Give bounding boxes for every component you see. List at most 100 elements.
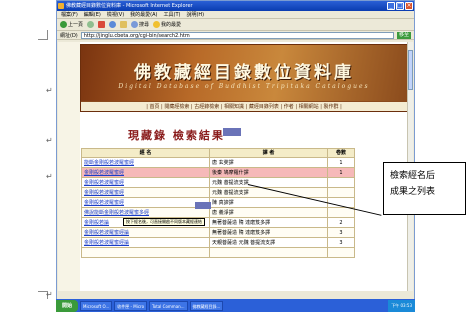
taskbar-item[interactable]: Total Comman... bbox=[149, 300, 188, 311]
go-button[interactable]: 移至 bbox=[397, 31, 411, 39]
favorites-label: 我的最愛 bbox=[161, 22, 182, 28]
count-cell bbox=[327, 177, 355, 188]
sutra-link[interactable]: 佛說能斷金剛般若波羅蜜多經 bbox=[81, 207, 210, 218]
site-title: 佛教藏經目錄數位資料庫 bbox=[134, 63, 354, 83]
start-button[interactable]: 開始 bbox=[56, 299, 78, 312]
back-arrow-icon bbox=[60, 21, 67, 28]
page-sidebar bbox=[58, 42, 80, 291]
result-heading: 現藏錄 檢索結果 bbox=[128, 129, 225, 142]
table-row: 金剛般若波羅蜜經論 無著菩薩造 隋 達磨笈多譯 3 bbox=[81, 227, 355, 238]
menu-tools[interactable]: 工具(T) bbox=[164, 11, 181, 18]
col-header-count: 卷數 bbox=[327, 148, 355, 158]
callout-line-1: 檢索經名后 bbox=[390, 171, 436, 181]
translator-cell: 元魏 菩提流支譯 bbox=[209, 177, 328, 188]
browser-toolbar: 上一頁 搜尋 我的最愛 bbox=[57, 19, 414, 31]
address-input[interactable]: http://jinglu.cbeta.org/cgi-bin/search2.… bbox=[80, 31, 394, 39]
screenshot-stage: ↵ ↵ ↵ ↵ 佛教藏經目錄數位資料庫 - Microsoft Internet… bbox=[0, 0, 476, 318]
menu-help[interactable]: 說明(H) bbox=[186, 11, 204, 18]
sutra-link[interactable]: 金剛般若波羅蜜經論 bbox=[81, 227, 210, 238]
browser-window: 佛教藏經目錄數位資料庫 - Microsoft Internet Explore… bbox=[56, 0, 415, 312]
taskbar-item[interactable]: Microsoft O... bbox=[80, 300, 113, 311]
paragraph-mark: ↵ bbox=[46, 172, 53, 181]
address-bar: 網址(D) http://jinglu.cbeta.org/cgi-bin/se… bbox=[57, 31, 414, 40]
ie-logo-icon bbox=[58, 3, 64, 9]
home-button[interactable] bbox=[120, 20, 128, 29]
address-label: 網址(D) bbox=[60, 32, 78, 39]
table-row: 佛說能斷金剛般若波羅蜜多經唐 義淨譯 bbox=[81, 207, 355, 218]
back-label: 上一頁 bbox=[68, 22, 84, 28]
paragraph-mark: ↵ bbox=[46, 136, 53, 145]
translator-cell: 唐 玄奘譯 bbox=[209, 157, 328, 168]
sutra-link[interactable] bbox=[81, 247, 210, 258]
menu-favorites[interactable]: 我的最愛(A) bbox=[130, 11, 157, 18]
translator-cell: 唐 義淨譯 bbox=[209, 207, 328, 218]
sutra-link[interactable]: 能斷金剛般若波羅蜜經 bbox=[81, 157, 210, 168]
window-title: 佛教藏經目錄數位資料庫 - Microsoft Internet Explore… bbox=[66, 3, 193, 9]
count-cell: 3 bbox=[327, 237, 355, 248]
forward-arrow-icon bbox=[87, 21, 95, 28]
translator-cell bbox=[209, 247, 328, 258]
table-row: 能斷金剛般若波羅蜜經唐 玄奘譯 1 bbox=[81, 157, 355, 168]
table-header: 經 名 譯 者 卷數 bbox=[81, 148, 355, 158]
search-icon bbox=[131, 21, 139, 28]
search-label: 搜尋 bbox=[139, 22, 150, 28]
sutra-link[interactable]: 金剛般若波羅蜜經 bbox=[81, 197, 210, 208]
menu-view[interactable]: 檢視(V) bbox=[107, 11, 124, 18]
version-link-badge[interactable] bbox=[195, 202, 211, 209]
menu-edit[interactable]: 編輯(E) bbox=[84, 11, 101, 18]
table-row: 金剛般若波羅蜜經 元魏 菩提流支譯 bbox=[81, 187, 355, 198]
page-corner-mark bbox=[38, 30, 48, 40]
callout-line-2: 成果之列表 bbox=[390, 187, 436, 197]
system-clock: 下午 03:53 bbox=[388, 299, 415, 312]
menu-bar: 檔案(F) 編輯(E) 檢視(V) 我的最愛(A) 工具(T) 說明(H) bbox=[57, 11, 414, 19]
paragraph-mark: ↵ bbox=[46, 290, 53, 299]
refresh-button[interactable] bbox=[109, 20, 117, 29]
callout-box: 檢索經名后 成果之列表 bbox=[383, 162, 466, 215]
back-button[interactable]: 上一頁 bbox=[60, 20, 83, 29]
count-cell bbox=[327, 247, 355, 258]
translator-cell: 天親菩薩造 元魏 菩提流支譯 bbox=[209, 237, 328, 248]
paragraph-mark: ↵ bbox=[46, 86, 53, 95]
site-subtitle: Digital Database of Buddhist Tripitaka C… bbox=[118, 83, 370, 90]
translator-cell: 後秦 鳩摩羅什譯 bbox=[209, 167, 328, 178]
minimize-button[interactable]: _ bbox=[387, 2, 395, 10]
taskbar: 開始 Microsoft O... 收件匣 - Micro Total Comm… bbox=[56, 299, 415, 312]
count-cell bbox=[327, 187, 355, 198]
count-cell: 1 bbox=[327, 157, 355, 168]
sutra-link[interactable]: 金剛般若波羅蜜經 bbox=[81, 167, 210, 178]
result-badge bbox=[223, 128, 241, 136]
count-cell: 3 bbox=[327, 227, 355, 238]
taskbar-item[interactable]: 佛教藏經目錄... bbox=[189, 300, 224, 311]
table-row: 金剛般若波羅蜜經 元魏 菩提流支譯 bbox=[81, 177, 355, 188]
stop-icon bbox=[98, 21, 106, 28]
home-icon bbox=[120, 21, 128, 28]
table-row bbox=[81, 247, 355, 258]
count-cell: 1 bbox=[327, 167, 355, 178]
search-button[interactable]: 搜尋 bbox=[131, 20, 149, 29]
table-row: 金剛般若波羅蜜經論 天親菩薩造 元魏 菩提流支譯 3 bbox=[81, 237, 355, 248]
col-header-translator: 譯 者 bbox=[209, 148, 328, 158]
sutra-link[interactable]: 金剛般若波羅蜜經 bbox=[81, 187, 210, 198]
translator-cell: 無著菩薩造 隋 達磨笈多譯 bbox=[209, 217, 328, 228]
scroll-thumb[interactable] bbox=[408, 50, 413, 90]
maximize-button[interactable]: □ bbox=[396, 2, 404, 10]
close-button[interactable]: × bbox=[405, 2, 413, 10]
results-table: 經 名 譯 者 卷數 能斷金剛般若波羅蜜經唐 玄奘譯 1 金剛般若波羅蜜經 後秦 鳩… bbox=[81, 148, 355, 258]
site-nav[interactable]: | 首頁 | 閱藏經檢索 | 古經錄檢索 | 相關知識 | 藏經目錄列表 | 作… bbox=[81, 101, 407, 111]
translator-cell: 無著菩薩造 隋 達磨笈多譯 bbox=[209, 227, 328, 238]
table-row-highlighted: 金剛般若波羅蜜經 後秦 鳩摩羅什譯 1 bbox=[81, 167, 355, 178]
favorites-button[interactable]: 我的最愛 bbox=[153, 20, 181, 29]
refresh-icon bbox=[109, 21, 117, 28]
menu-file[interactable]: 檔案(F) bbox=[61, 11, 78, 18]
count-cell: 2 bbox=[327, 217, 355, 228]
forward-button[interactable] bbox=[87, 20, 95, 29]
sutra-link[interactable]: 金剛般若波羅蜜經 bbox=[81, 177, 210, 188]
sutra-link[interactable]: 金剛般若波羅蜜經論 bbox=[81, 237, 210, 248]
taskbar-item[interactable]: 收件匣 - Micro bbox=[114, 300, 148, 311]
page-content: 佛教藏經目錄數位資料庫 Digital Database of Buddhist… bbox=[58, 42, 408, 291]
col-header-name: 經 名 bbox=[81, 148, 210, 158]
window-titlebar: 佛教藏經目錄數位資料庫 - Microsoft Internet Explore… bbox=[57, 1, 414, 11]
star-icon bbox=[153, 21, 161, 28]
count-cell bbox=[327, 207, 355, 218]
stop-button[interactable] bbox=[98, 20, 106, 29]
